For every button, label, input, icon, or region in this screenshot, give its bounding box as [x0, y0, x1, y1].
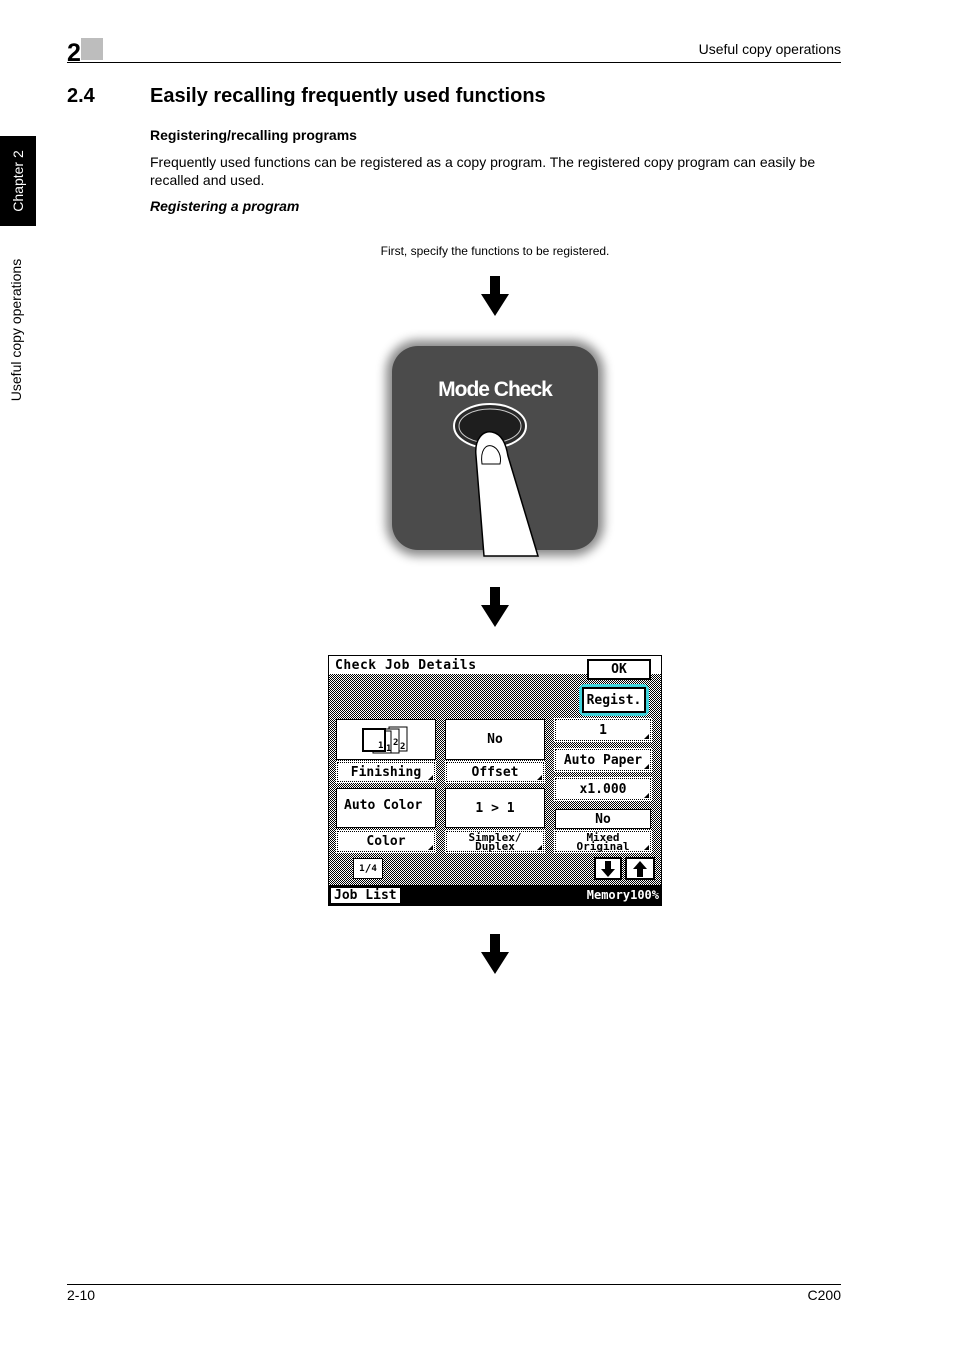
running-title: Useful copy operations: [698, 41, 841, 57]
svg-text:1: 1: [386, 744, 391, 754]
copies-button[interactable]: 1: [554, 718, 652, 742]
job-list-button[interactable]: Job List: [330, 887, 401, 904]
svg-text:1: 1: [378, 741, 383, 751]
chapter-tab: Chapter 2: [0, 136, 36, 226]
chapter-number-box: [81, 38, 103, 60]
down-arrow-icon: [481, 934, 509, 974]
page-number: 2-10: [67, 1287, 96, 1303]
status-bar: Job List Memory100%: [329, 885, 661, 905]
ok-button[interactable]: OK: [587, 659, 651, 680]
page-indicator: 1/4: [353, 858, 383, 879]
color-button[interactable]: Color: [336, 830, 436, 853]
scroll-down-button[interactable]: [594, 857, 622, 880]
finishing-panel: 1 1 2 2: [336, 719, 436, 760]
step-caption: First, specify the functions to be regis…: [380, 244, 610, 258]
simplex-duplex-button[interactable]: Simplex/ Duplex: [445, 830, 545, 853]
svg-text:2: 2: [400, 742, 405, 752]
section-number: 2.4: [67, 85, 95, 107]
offset-button[interactable]: Offset: [445, 761, 545, 783]
body-paragraph: Frequently used functions can be registe…: [150, 154, 816, 188]
down-arrow-icon: [601, 860, 615, 877]
finger-press-icon: [453, 403, 540, 557]
down-arrow-icon: [481, 276, 509, 316]
mixed-original-button[interactable]: Mixed Original: [554, 830, 652, 853]
header-divider: [67, 62, 841, 63]
finishing-button[interactable]: Finishing: [336, 761, 436, 783]
offset-value: No: [445, 719, 545, 760]
model-name: C200: [807, 1287, 841, 1303]
chapter-tab-label: Chapter 2: [10, 150, 26, 212]
finishing-icon: 1 1 2 2: [362, 726, 408, 754]
chapter-number: 2: [67, 39, 81, 67]
mixed-original-value: No: [555, 809, 651, 829]
subheading-italic: Registering a program: [150, 198, 300, 214]
color-value: Auto Color: [344, 798, 423, 813]
check-job-details-screen: Check Job Details OK Regist. 1 1 2 2 Fin…: [328, 655, 662, 906]
regist-button[interactable]: Regist.: [582, 687, 646, 713]
zoom-button[interactable]: x1.000: [554, 777, 652, 801]
color-panel: Auto Color: [336, 788, 436, 828]
scroll-up-button[interactable]: [625, 857, 655, 880]
side-section-label: Useful copy operations: [8, 258, 24, 402]
footer-divider: [67, 1284, 841, 1285]
down-arrow-icon: [481, 587, 509, 627]
up-arrow-icon: [633, 860, 647, 877]
svg-text:2: 2: [393, 738, 398, 748]
auto-paper-button[interactable]: Auto Paper: [554, 748, 652, 772]
duplex-value: 1 > 1: [445, 788, 545, 828]
screen-title: Check Job Details: [335, 658, 477, 673]
memory-status: Memory100%: [586, 888, 659, 902]
section-title: Easily recalling frequently used functio…: [150, 85, 546, 107]
subheading: Registering/recalling programs: [150, 127, 357, 143]
